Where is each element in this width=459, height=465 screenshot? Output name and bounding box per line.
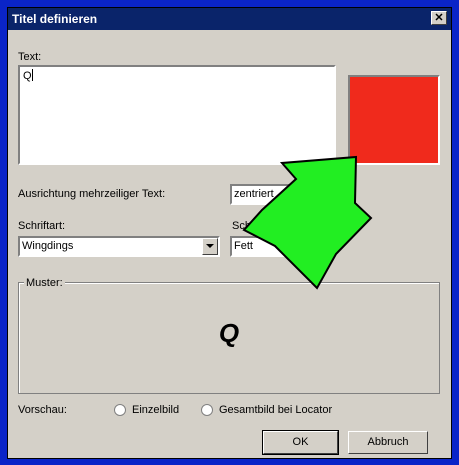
frame-border-left <box>0 0 7 465</box>
style-value: Fett <box>234 240 253 252</box>
frame-border-top <box>0 0 459 7</box>
text-label: Text: <box>18 51 42 63</box>
radio-einzelbild[interactable] <box>114 404 126 416</box>
screenshot-frame: Titel definieren ✕ Text: Q Ausrichtung m… <box>0 0 459 465</box>
font-label: Schriftart: <box>18 220 66 232</box>
close-button[interactable]: ✕ <box>431 11 447 25</box>
preview-label: Vorschau: <box>18 404 67 416</box>
frame-border-right <box>452 0 459 465</box>
font-select[interactable]: Wingdings <box>18 236 220 257</box>
cancel-button[interactable]: Abbruch <box>348 431 428 454</box>
radio-einzelbild-label: Einzelbild <box>132 404 180 416</box>
style-select[interactable]: Fett <box>230 236 333 257</box>
frame-border-bottom <box>0 459 459 465</box>
color-swatch-button[interactable] <box>348 75 440 165</box>
font-dropdown-button[interactable] <box>202 238 218 255</box>
muster-label: Muster: <box>24 277 65 289</box>
muster-sample: Q <box>218 318 240 348</box>
style-label: Schrifts <box>232 220 269 232</box>
radio-gesamtbild[interactable] <box>201 404 213 416</box>
font-value: Wingdings <box>22 240 74 252</box>
text-cursor <box>31 69 33 81</box>
title-bar: Titel definieren ✕ <box>8 8 451 30</box>
alignment-label: Ausrichtung mehrzeiliger Text: <box>18 188 166 200</box>
alignment-value: zentriert <box>234 188 274 200</box>
close-icon: ✕ <box>434 12 444 24</box>
chevron-down-icon <box>206 244 214 248</box>
window-title: Titel definieren <box>12 12 98 26</box>
style-dropdown-button[interactable] <box>315 238 331 255</box>
radio-gesamtbild-label: Gesamtbild bei Locator <box>219 404 333 416</box>
title-text-value: Q <box>23 70 32 82</box>
title-text-input[interactable]: Q <box>18 65 336 165</box>
muster-group: Q <box>18 282 440 394</box>
ok-button[interactable]: OK <box>262 430 339 455</box>
alignment-select[interactable]: zentriert <box>230 184 300 205</box>
chevron-down-icon <box>319 244 327 248</box>
